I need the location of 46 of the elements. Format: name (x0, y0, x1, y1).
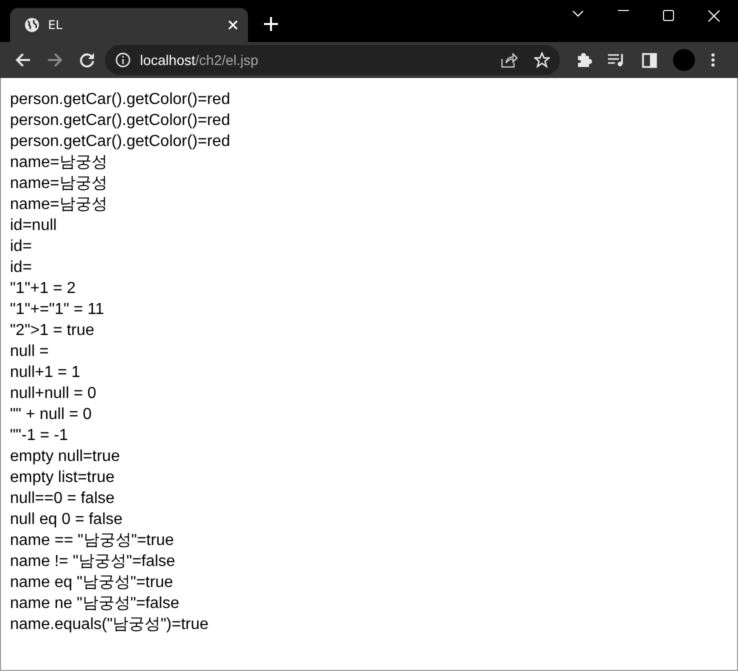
output-line: name ne "남궁성"=false (10, 594, 180, 614)
output-line: name=남궁성 (10, 153, 108, 173)
maximize-icon[interactable] (663, 10, 674, 21)
output-line: name != "남궁성"=false (10, 552, 176, 572)
output-line: ""-1 = -1 (10, 426, 70, 446)
output-line: empty list=true (10, 468, 116, 488)
output-line: null==0 = false (10, 489, 116, 509)
media-queue-icon[interactable] (608, 53, 626, 67)
close-icon[interactable] (228, 20, 238, 30)
globe-icon (24, 17, 40, 33)
chevron-down-icon[interactable] (572, 10, 584, 17)
browser-tab[interactable]: EL (10, 8, 248, 42)
reload-icon[interactable] (79, 52, 95, 68)
output-line: null eq 0 = false (10, 510, 124, 530)
output-line: "2">1 = true (10, 321, 96, 341)
output-line: "1"+1 = 2 (10, 279, 77, 299)
star-icon[interactable] (534, 52, 550, 68)
output-line: "1"+="1" = 11 (10, 300, 106, 320)
puzzle-icon[interactable] (576, 52, 592, 68)
side-panel-icon[interactable] (642, 52, 657, 68)
back-icon[interactable] (15, 52, 31, 68)
output-line: null = (10, 342, 50, 362)
output-line: name == "남궁성"=true (10, 531, 175, 551)
output-line: name.equals("남궁성")=true (10, 615, 210, 635)
output-line: null+null = 0 (10, 384, 98, 404)
output-line: name eq "남궁성"=true (10, 573, 174, 593)
url-path: /ch2/el.jsp (195, 52, 258, 68)
address-bar[interactable]: localhost/ch2/el.jsp (105, 45, 560, 75)
url-host: localhost (140, 52, 196, 68)
output-line: "" + null = 0 (10, 405, 93, 425)
menu-icon[interactable] (711, 53, 715, 67)
new-tab-icon[interactable] (264, 17, 278, 31)
output-line: name=남궁성 (10, 195, 108, 215)
info-icon[interactable] (115, 52, 131, 68)
output-line: person.getCar().getColor()=red (10, 132, 232, 152)
output-line: name=남궁성 (10, 174, 108, 194)
close-icon[interactable] (708, 10, 720, 22)
output-line: empty null=true (10, 447, 121, 467)
share-icon[interactable] (501, 52, 518, 68)
output-line: person.getCar().getColor()=red (10, 111, 232, 131)
output-line: id= (10, 258, 33, 278)
output-line: id=null (10, 216, 58, 236)
output-line: null+1 = 1 (10, 363, 82, 383)
tab-title: EL (48, 18, 64, 32)
output-line: person.getCar().getColor()=red (10, 90, 232, 110)
output-line: id= (10, 237, 33, 257)
